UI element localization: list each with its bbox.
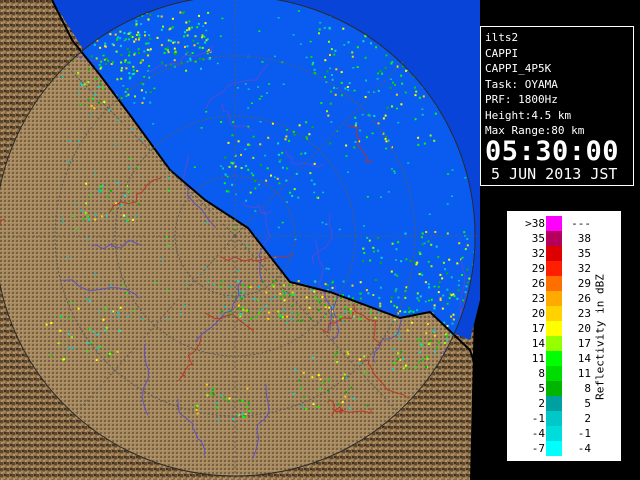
legend-swatch — [546, 381, 562, 396]
legend-row: 32 35 — [513, 246, 593, 261]
info-panel: ilts2 CAPPI CAPPI_4P5K Task: OYAMA PRF: … — [480, 26, 634, 186]
legend-row: -1 2 — [513, 411, 593, 426]
legend-row: 29 32 — [513, 261, 593, 276]
legend-row: 35 38 — [513, 231, 593, 246]
legend-swatch — [546, 336, 562, 351]
legend-swatch — [546, 321, 562, 336]
legend-row: 11 14 — [513, 351, 593, 366]
reflectivity-legend: >38 --- 35 38 32 35 29 32 26 29 23 26 20 23 17 20 14 17 11… — [506, 210, 622, 462]
task-label: Task: OYAMA — [485, 77, 558, 91]
legend-lower-bound: 29 — [531, 262, 545, 275]
legend-upper-bound: 20 — [577, 322, 591, 335]
legend-upper-bound: 5 — [584, 397, 591, 410]
legend-upper-bound: 2 — [584, 412, 591, 425]
legend-lower-bound: -4 — [531, 427, 545, 440]
legend-lower-bound: 17 — [531, 322, 545, 335]
legend-lower-bound: 11 — [531, 352, 545, 365]
legend-lower-bound: -1 — [531, 412, 545, 425]
legend-upper-bound: 32 — [577, 262, 591, 275]
legend-swatch — [546, 231, 562, 246]
legend-row: 25 — [513, 396, 593, 411]
legend-upper-bound: 8 — [584, 382, 591, 395]
legend-swatch — [546, 306, 562, 321]
legend-row: 20 23 — [513, 306, 593, 321]
radar-display: ilts2 CAPPI CAPPI_4P5K Task: OYAMA PRF: … — [0, 0, 640, 480]
legend-swatch — [546, 291, 562, 306]
legend-swatch — [546, 366, 562, 381]
legend-lower-bound: 2 — [538, 397, 545, 410]
legend-lower-bound: 32 — [531, 247, 545, 260]
product-code: CAPPI_4P5K — [485, 62, 552, 75]
legend-upper-bound: 23 — [577, 307, 591, 320]
legend-row: -4 -1 — [513, 426, 593, 441]
legend-swatch — [546, 396, 562, 411]
legend-lower-bound: 8 — [538, 367, 545, 380]
legend-lower-bound: 5 — [538, 382, 545, 395]
legend-upper-bound: 38 — [577, 232, 591, 245]
legend-swatch — [546, 441, 562, 456]
legend-row: -7 -4 — [513, 441, 593, 456]
legend-swatch — [546, 351, 562, 366]
height-label: Height:4.5 km — [485, 108, 572, 122]
legend-row: 23 26 — [513, 291, 593, 306]
legend-upper-bound: 14 — [577, 352, 591, 365]
legend-row: 58 — [513, 381, 593, 396]
legend-swatch — [546, 276, 562, 291]
legend-upper-bound: --- — [571, 217, 591, 230]
legend-lower-bound: 23 — [531, 292, 545, 305]
site-name: ilts2 — [485, 31, 519, 44]
legend-upper-bound: -4 — [577, 442, 591, 455]
legend-row: 26 29 — [513, 276, 593, 291]
legend-lower-bound: 35 — [531, 232, 545, 245]
legend-row: 14 17 — [513, 336, 593, 351]
legend-upper-bound: 35 — [577, 247, 591, 260]
legend-swatch — [546, 411, 562, 426]
prf-label: PRF: 1800Hz — [485, 93, 558, 106]
legend-lower-bound: 14 — [531, 337, 545, 350]
legend-row: 17 20 — [513, 321, 593, 336]
legend-upper-bound: 26 — [577, 292, 591, 305]
legend-upper-bound: 29 — [577, 277, 591, 290]
observation-time: 05:30:00 — [485, 135, 620, 167]
legend-title: Reflectivity in dBZ — [593, 274, 607, 400]
observation-date: 5 JUN 2013 JST — [491, 164, 618, 183]
legend-swatch — [546, 426, 562, 441]
legend-lower-bound: >38 — [525, 217, 545, 230]
legend-row: >38 --- — [513, 216, 593, 231]
legend-row: 8 11 — [513, 366, 593, 381]
legend-lower-bound: -7 — [531, 442, 545, 455]
legend-upper-bound: -1 — [577, 427, 591, 440]
legend-swatch — [546, 261, 562, 276]
product-name: CAPPI — [485, 46, 519, 60]
legend-lower-bound: 20 — [531, 307, 545, 320]
legend-swatch — [546, 216, 562, 231]
legend-upper-bound: 11 — [577, 367, 591, 380]
legend-rows: >38 --- 35 38 32 35 29 32 26 29 23 26 20 23 17 20 14 17 11… — [513, 216, 593, 456]
legend-lower-bound: 26 — [531, 277, 545, 290]
legend-upper-bound: 17 — [577, 337, 591, 350]
legend-swatch — [546, 246, 562, 261]
